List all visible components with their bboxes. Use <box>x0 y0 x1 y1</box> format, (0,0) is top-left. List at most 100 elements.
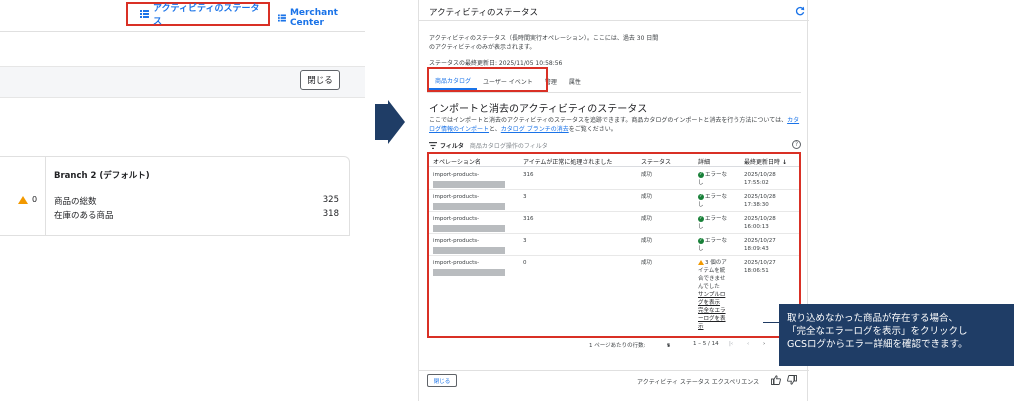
page-range: 1 – 5 / 14 <box>693 341 719 347</box>
detail-text: エラーな <box>705 238 728 244</box>
desc-text: をご覧ください。 <box>568 126 617 133</box>
detail-text: し <box>698 202 704 208</box>
desc-text: ここではインポートと消去のアクティビティのステータスを追跡できます。商品カタログ… <box>429 117 788 124</box>
detail-cell: ✓ エラーなし <box>698 215 727 231</box>
date-text: 2025/10/27 <box>744 238 776 244</box>
callout-connector <box>763 322 779 323</box>
detail-cell: ✓ エラーなし <box>698 237 727 253</box>
operation-cell[interactable]: import-products- <box>433 215 505 232</box>
purge-branch-link[interactable]: カタログ ブランチの消去 <box>501 126 569 133</box>
redacted-bar <box>433 247 505 254</box>
stat-label: 在庫のある商品 <box>54 211 114 221</box>
refresh-icon[interactable] <box>795 6 805 16</box>
col-last-updated-label: 最終更新日時 <box>744 159 781 166</box>
processed-cell: 3 <box>523 238 527 244</box>
detail-text: し <box>698 224 704 230</box>
detail-text: エラーな <box>705 172 728 178</box>
branch-card: Branch 2 (デフォルト) 0 商品の総数 325 在庫のある商品 318 <box>0 156 350 236</box>
view-full-error-log-link[interactable]: 完全なエラーログを表示 <box>698 308 726 330</box>
warning-icon <box>698 260 704 265</box>
activity-status-link[interactable]: アクティビティのステータス <box>126 2 270 27</box>
callout-line: 取り込めなかった商品が存在する場合、 <box>787 313 959 324</box>
table-header: オペレーション名 アイテムが正常に処理されました ステータス 詳細 最終更新日時… <box>429 155 799 167</box>
check-circle-icon: ✓ <box>698 237 704 244</box>
link-text: サンプルロ <box>698 292 726 298</box>
table-row: import-products- 3 成功 ✓ エラーなし 2025/10/28 1… <box>429 190 799 212</box>
activity-status-label: アクティビティのステータス <box>152 4 260 27</box>
redacted-bar <box>433 203 505 210</box>
desc-text: と、 <box>489 126 501 133</box>
arrow-right-icon <box>375 100 405 144</box>
operation-name: import-products- <box>433 238 480 244</box>
col-status[interactable]: ステータス <box>641 157 671 166</box>
link-text: 示 <box>698 324 704 330</box>
operation-cell[interactable]: import-products- <box>433 193 505 210</box>
time-text: 17:55:02 <box>744 180 769 186</box>
divider <box>419 370 809 371</box>
col-detail[interactable]: 詳細 <box>698 157 710 166</box>
processed-cell: 316 <box>523 172 534 178</box>
link-text: 完全なエラ <box>698 308 726 314</box>
redacted-bar <box>433 181 505 188</box>
callout-line: GCSログからエラー詳細を確認できます。 <box>787 339 968 350</box>
date-cell: 2025/10/28 17:38:30 <box>744 193 776 209</box>
status-cell: 成功 <box>641 216 653 222</box>
thumb-up-icon[interactable] <box>771 375 781 385</box>
operation-cell[interactable]: import-products- <box>433 237 505 254</box>
warning-icon <box>18 195 28 204</box>
link-text: グを表示 <box>698 300 721 306</box>
list-icon <box>140 10 149 18</box>
detail-text: 3 個のア <box>705 260 727 266</box>
filter-label: フィルタ <box>440 143 464 150</box>
check-circle-icon: ✓ <box>698 193 704 200</box>
date-text: 2025/10/28 <box>744 194 776 200</box>
section-description: ここではインポートと消去のアクティビティのステータスを追跡できます。商品カタログ… <box>429 116 801 134</box>
merchant-center-link[interactable]: Merchant Center <box>278 8 365 28</box>
close-button[interactable]: 閉じる <box>427 374 457 387</box>
callout-line: 「完全なエラーログを表示」をクリックし <box>787 326 968 337</box>
view-sample-log-link[interactable]: サンプルロ グを表示 <box>698 292 725 306</box>
prev-page-icon[interactable]: ‹ <box>747 341 749 347</box>
operation-cell[interactable]: import-products- <box>433 259 505 276</box>
tab-attributes[interactable]: 属性 <box>563 72 587 90</box>
time-text: 18:06:51 <box>744 268 769 274</box>
table-row: import-products- 316 成功 ✓ エラーなし 2025/10/2… <box>429 212 799 234</box>
col-operation[interactable]: オペレーション名 <box>433 157 481 166</box>
detail-text: んでした <box>698 284 720 290</box>
merchant-center-label: Merchant Center <box>289 8 338 28</box>
filter-bar[interactable]: フィルタ 商品カタログ操作のフィルタ ? <box>429 140 801 151</box>
date-cell: 2025/10/28 17:55:02 <box>744 171 776 187</box>
table-row: import-products- 316 成功 ✓ エラーなし 2025/10/2… <box>429 168 799 190</box>
branch-title: Branch 2 (デフォルト) <box>54 171 150 181</box>
processed-cell: 3 <box>523 194 527 200</box>
feedback-label: アクティビティ ステータス エクスペリエンス <box>637 379 760 386</box>
stat-label: 商品の総数 <box>54 197 97 207</box>
time-text: 16:00:13 <box>744 224 769 230</box>
thumb-down-icon[interactable] <box>787 375 797 385</box>
filter-input[interactable]: 商品カタログ操作のフィルタ <box>470 141 548 150</box>
detail-cell: 3 個のア イテムを統 合できませ んでした サンプルログを表示 完全なエラーロ… <box>698 259 727 331</box>
check-circle-icon: ✓ <box>698 215 704 222</box>
dropdown-arrow-icon: ▾ <box>667 343 670 349</box>
first-page-icon[interactable]: |‹ <box>729 341 733 347</box>
link-text: ーログを表 <box>698 316 726 322</box>
col-last-updated[interactable]: 最終更新日時 ↓ <box>744 157 787 166</box>
status-cell: 成功 <box>641 238 653 244</box>
help-icon[interactable]: ? <box>792 140 801 149</box>
operation-cell[interactable]: import-products- <box>433 171 505 188</box>
date-text: 2025/10/27 <box>744 260 776 266</box>
redacted-bar <box>433 225 505 232</box>
col-processed[interactable]: アイテムが正常に処理されました <box>523 157 612 166</box>
section-title: インポートと消去のアクティビティのステータス <box>429 104 648 115</box>
date-cell: 2025/10/27 18:09:43 <box>744 237 776 253</box>
detail-text: し <box>698 246 704 252</box>
operation-name: import-products- <box>433 260 480 266</box>
stat-row: 在庫のある商品 318 <box>54 209 339 221</box>
table-row: import-products- 0 成功 3 個のア イテムを統 合できませ … <box>429 256 799 336</box>
detail-text: 合できませ <box>698 276 726 282</box>
detail-text: イテムを統 <box>698 268 726 274</box>
processed-cell: 0 <box>523 260 527 266</box>
close-button[interactable]: 閉じる <box>300 70 340 90</box>
date-cell: 2025/10/28 16:00:13 <box>744 215 776 231</box>
next-page-icon[interactable]: › <box>763 341 765 347</box>
